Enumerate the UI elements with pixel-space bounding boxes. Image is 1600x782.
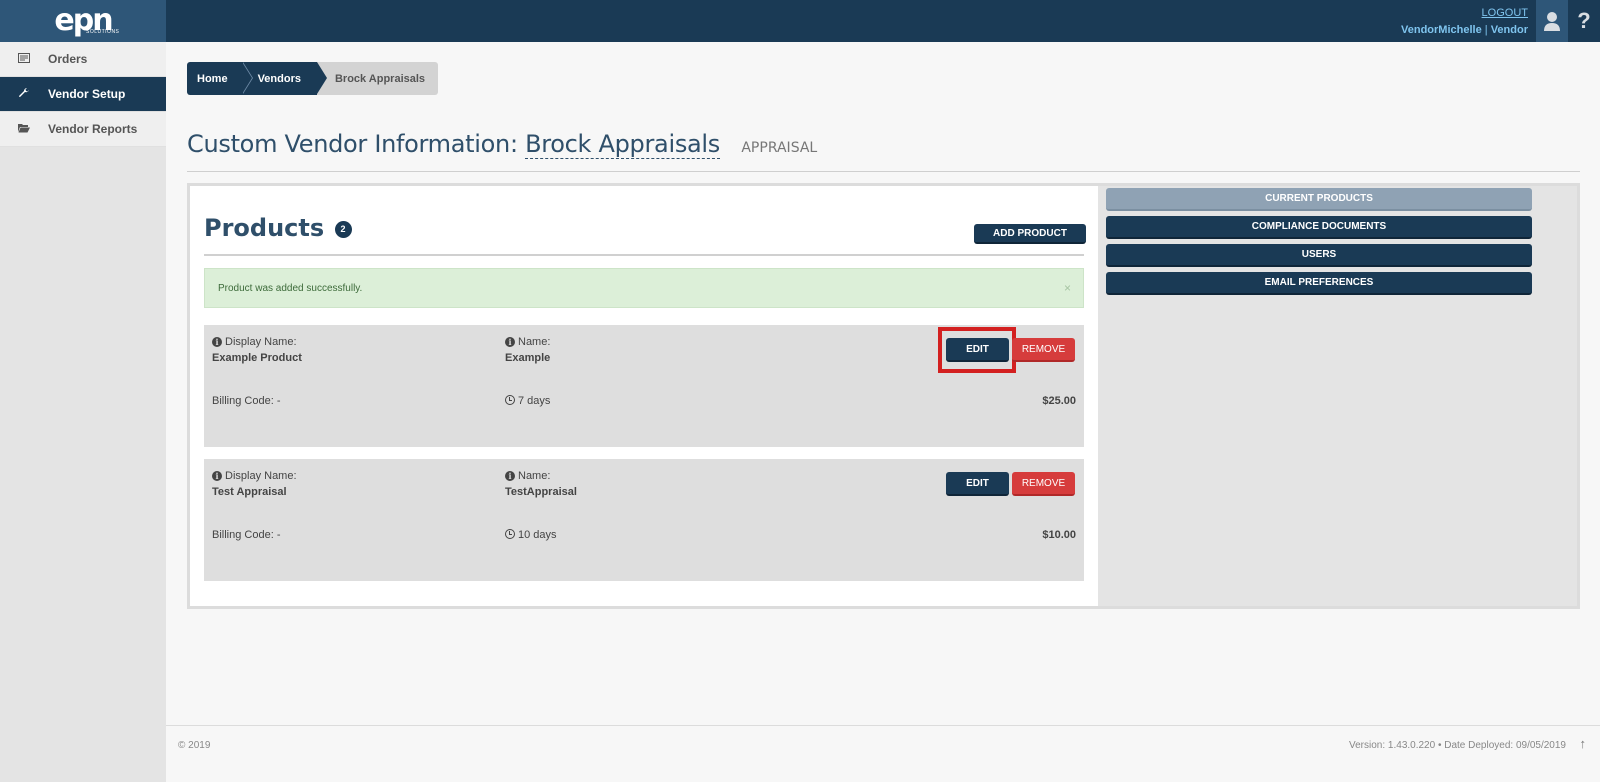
tab-email-preferences[interactable]: EMAIL PREFERENCES <box>1106 272 1532 295</box>
folder-open-icon <box>18 122 48 136</box>
turnaround-field: 7 days <box>505 395 550 407</box>
breadcrumb-home[interactable]: Home <box>187 62 253 95</box>
breadcrumb-label: Home <box>197 72 228 85</box>
user-info: LOGOUT VendorMichelle | Vendor <box>1401 6 1528 40</box>
sidebar-item-orders[interactable]: Orders <box>0 42 166 77</box>
top-bar: epn SOLUTIONS LOGOUT VendorMichelle | Ve… <box>0 0 1600 42</box>
edit-button[interactable]: EDIT <box>946 338 1009 362</box>
help-button[interactable]: ? <box>1568 0 1600 42</box>
breadcrumb: Home Vendors Brock Appraisals <box>187 62 439 95</box>
display-name-field: i Display Name: Example Product <box>212 334 302 366</box>
name-label: Name: <box>518 336 551 348</box>
user-line: VendorMichelle | Vendor <box>1401 20 1528 40</box>
breadcrumb-vendors[interactable]: Vendors <box>241 62 327 95</box>
version-info: Version: 1.43.0.220 • Date Deployed: 09/… <box>1349 740 1566 751</box>
wrench-icon <box>18 87 48 102</box>
sidebar-item-label: Vendor Reports <box>48 122 138 136</box>
sidebar-item-label: Orders <box>48 52 88 66</box>
display-name-field: i Display Name: Test Appraisal <box>212 468 297 500</box>
tab-current-products[interactable]: CURRENT PRODUCTS <box>1106 188 1532 211</box>
breadcrumb-label: Vendors <box>257 72 301 85</box>
logo[interactable]: epn SOLUTIONS <box>0 0 166 42</box>
products-heading-label: Products <box>204 214 325 242</box>
clock-icon <box>505 395 515 405</box>
sidebar: Orders Vendor Setup Vendor Reports <box>0 42 166 782</box>
tab-compliance-documents[interactable]: COMPLIANCE DOCUMENTS <box>1106 216 1532 239</box>
copyright: © 2019 <box>178 740 211 751</box>
products-pane: Products 2 ADD PRODUCT Product was added… <box>190 186 1098 606</box>
clock-icon <box>505 529 515 539</box>
name-value: TestAppraisal <box>505 486 577 498</box>
divider <box>204 254 1084 256</box>
info-icon: i <box>212 471 222 481</box>
orders-icon <box>18 52 48 66</box>
remove-button[interactable]: REMOVE <box>1012 338 1075 362</box>
products-count-badge: 2 <box>334 220 352 238</box>
page-title-prefix: Custom Vendor Information: <box>187 130 518 158</box>
arrow-up-icon[interactable]: ↑ <box>1580 736 1587 751</box>
user-profile-button[interactable] <box>1536 0 1568 42</box>
billing-code: Billing Code: - <box>212 529 281 541</box>
tab-users[interactable]: USERS <box>1106 244 1532 267</box>
sidebar-item-label: Vendor Setup <box>48 87 126 101</box>
turnaround-value: 7 days <box>518 395 551 407</box>
page-title: Custom Vendor Information: Brock Apprais… <box>187 130 818 159</box>
info-icon: i <box>212 337 222 347</box>
success-alert: Product was added successfully. × <box>204 268 1084 308</box>
display-name-value: Example Product <box>212 352 302 364</box>
product-card: i Display Name: Example Product i Name: Ex… <box>204 325 1084 447</box>
user-icon <box>1544 12 1560 31</box>
help-icon: ? <box>1577 8 1591 33</box>
info-icon: i <box>505 471 515 481</box>
display-name-value: Test Appraisal <box>212 486 287 498</box>
turnaround-field: 10 days <box>505 529 557 541</box>
logo-subtext: SOLUTIONS <box>86 29 120 35</box>
name-label: Name: <box>518 470 551 482</box>
info-icon: i <box>505 337 515 347</box>
product-price: $25.00 <box>1042 395 1076 407</box>
product-price: $10.00 <box>1042 529 1076 541</box>
display-name-label: Display Name: <box>225 336 297 348</box>
name-field: i Name: Example <box>505 334 550 366</box>
username: VendorMichelle <box>1401 24 1482 36</box>
alert-message: Product was added successfully. <box>218 282 363 294</box>
vendor-panel: Products 2 ADD PRODUCT Product was added… <box>187 183 1580 609</box>
product-card: i Display Name: Test Appraisal i Name: Tes… <box>204 459 1084 581</box>
vendor-name-editable[interactable]: Brock Appraisals <box>525 130 720 159</box>
edit-button[interactable]: EDIT <box>946 472 1009 496</box>
turnaround-value: 10 days <box>518 529 557 541</box>
vendor-type: APPRAISAL <box>741 140 818 156</box>
name-field: i Name: TestAppraisal <box>505 468 577 500</box>
close-icon[interactable]: × <box>1064 281 1071 295</box>
display-name-label: Display Name: <box>225 470 297 482</box>
name-value: Example <box>505 352 551 364</box>
footer: © 2019 Version: 1.43.0.220 • Date Deploy… <box>166 725 1600 782</box>
divider <box>187 171 1580 172</box>
breadcrumb-label: Brock Appraisals <box>334 72 426 85</box>
user-role: Vendor <box>1490 24 1528 36</box>
user-separator: | <box>1484 24 1488 36</box>
sidebar-item-vendor-setup[interactable]: Vendor Setup <box>0 77 166 112</box>
add-product-button[interactable]: ADD PRODUCT <box>974 224 1086 244</box>
logout-link[interactable]: LOGOUT <box>1401 6 1528 20</box>
sidebar-item-vendor-reports[interactable]: Vendor Reports <box>0 112 166 147</box>
remove-button[interactable]: REMOVE <box>1012 472 1075 496</box>
products-heading: Products 2 <box>204 214 352 242</box>
billing-code: Billing Code: - <box>212 395 281 407</box>
main-content: Home Vendors Brock Appraisals Custom Ven… <box>166 42 1600 782</box>
breadcrumb-current: Brock Appraisals <box>316 62 439 95</box>
vendor-tabs: CURRENT PRODUCTS COMPLIANCE DOCUMENTS US… <box>1106 188 1532 300</box>
